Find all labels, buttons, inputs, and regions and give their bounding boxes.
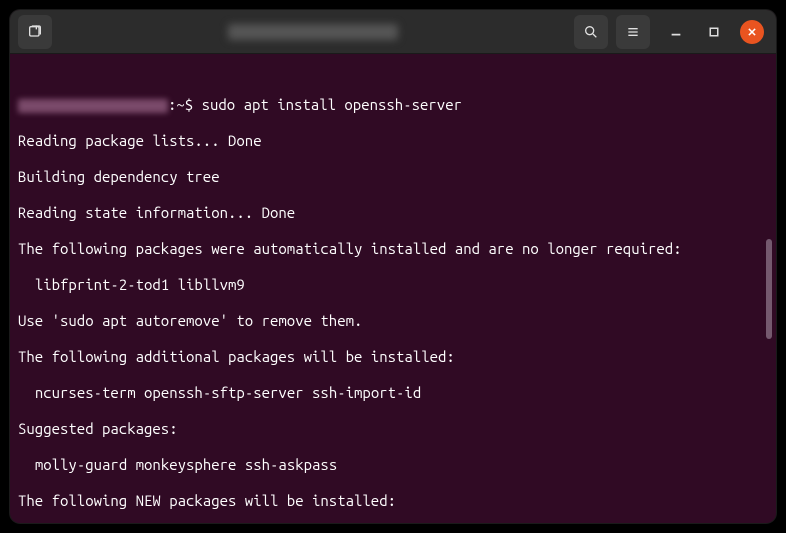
- output-line: ncurses-term openssh-sftp-server ssh-imp…: [18, 384, 772, 402]
- terminal-window: :~$ sudo apt install openssh-server Read…: [10, 10, 776, 523]
- new-tab-button[interactable]: [18, 15, 52, 49]
- close-button[interactable]: [740, 20, 764, 44]
- menu-button[interactable]: [616, 15, 650, 49]
- output-line: The following additional packages will b…: [18, 348, 772, 366]
- search-icon: [583, 24, 599, 40]
- output-line: Use 'sudo apt autoremove' to remove them…: [18, 312, 772, 330]
- title-redacted: [228, 24, 398, 40]
- minimize-icon: [669, 25, 683, 39]
- prompt-line: :~$ sudo apt install openssh-server: [18, 96, 772, 114]
- output-line: Reading package lists... Done: [18, 132, 772, 150]
- output-line: molly-guard monkeysphere ssh-askpass: [18, 456, 772, 474]
- window-controls: [664, 20, 764, 44]
- scrollbar-thumb[interactable]: [766, 239, 772, 339]
- output-line: Reading state information... Done: [18, 204, 772, 222]
- titlebar: [10, 10, 776, 54]
- output-line: The following NEW packages will be insta…: [18, 492, 772, 510]
- command-text: sudo apt install openssh-server: [202, 96, 462, 113]
- close-icon: [747, 27, 757, 37]
- hamburger-icon: [625, 24, 641, 40]
- prompt-user-redacted: [18, 99, 168, 113]
- output-line: The following packages were automaticall…: [18, 240, 772, 258]
- terminal-output[interactable]: :~$ sudo apt install openssh-server Read…: [10, 54, 776, 523]
- minimize-button[interactable]: [664, 20, 688, 44]
- window-title: [60, 23, 566, 40]
- search-button[interactable]: [574, 15, 608, 49]
- output-line: Suggested packages:: [18, 420, 772, 438]
- output-line: libfprint-2-tod1 libllvm9: [18, 276, 772, 294]
- prompt-symbol: :~$: [168, 96, 202, 113]
- output-line: Building dependency tree: [18, 168, 772, 186]
- maximize-button[interactable]: [702, 20, 726, 44]
- maximize-icon: [708, 26, 720, 38]
